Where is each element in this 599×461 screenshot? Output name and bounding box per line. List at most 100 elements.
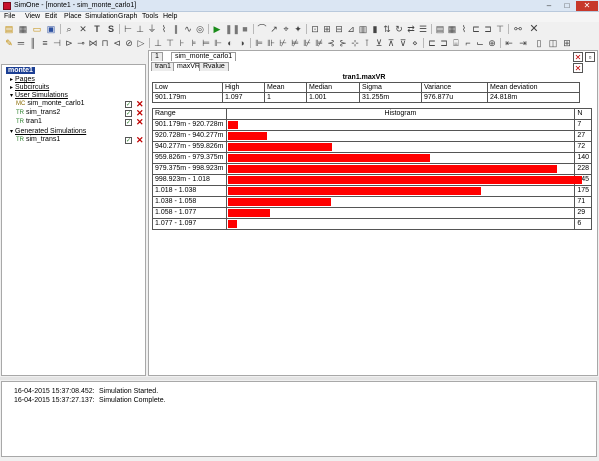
flip-icon[interactable]: ⇅ — [381, 23, 393, 35]
tab-rvalue[interactable]: Rvalue — [199, 62, 229, 71]
delete-icon[interactable]: ✕ — [136, 109, 144, 118]
menu-tools[interactable]: Tools — [142, 13, 158, 20]
waveform-a-icon[interactable]: ⊮ — [301, 37, 313, 49]
pin-icon[interactable]: ⊸ — [75, 37, 87, 49]
step-icon[interactable]: ⌐ — [462, 37, 474, 49]
expand-icon[interactable]: ▸ — [10, 76, 13, 83]
capacitor-icon[interactable]: ∥ — [170, 23, 182, 35]
generator-icon[interactable]: ◐ — [224, 37, 236, 49]
marker-icon[interactable]: ✦ — [292, 23, 304, 35]
menu-place[interactable]: Place — [64, 13, 82, 20]
checkbox-icon[interactable]: ✓ — [125, 137, 132, 144]
arrow-left-icon[interactable]: ⇤ — [503, 37, 515, 49]
new-icon[interactable]: ▤ — [3, 23, 15, 35]
tree-user-simulations[interactable]: ▾ User Simulations — [10, 92, 68, 99]
layout-grid-icon[interactable]: ⊞ — [561, 37, 573, 49]
fft-icon[interactable]: ⌸ — [450, 37, 462, 49]
layout-split-icon[interactable]: ◫ — [547, 37, 559, 49]
waveform-i-icon[interactable]: ⊽ — [397, 37, 409, 49]
align-icon[interactable]: ☰ — [417, 23, 429, 35]
menu-graph[interactable]: Graph — [118, 13, 137, 20]
net-icon[interactable]: ⋈ — [87, 37, 99, 49]
menu-view[interactable]: View — [25, 13, 40, 20]
save-icon[interactable]: ▣ — [45, 23, 57, 35]
rotate-icon[interactable]: ↻ — [393, 23, 405, 35]
junction-icon[interactable]: ⊥ — [134, 23, 146, 35]
checkbox-icon[interactable]: ✓ — [125, 101, 132, 108]
port-icon[interactable]: ⊳ — [63, 37, 75, 49]
label-icon[interactable]: ⊣ — [51, 37, 63, 49]
close-icon[interactable]: ✕ — [528, 23, 540, 35]
cursor-icon[interactable]: ⌖ — [280, 23, 292, 35]
collapse-icon[interactable]: ▾ — [10, 128, 13, 135]
ground-icon[interactable]: ⏚ — [146, 23, 158, 35]
zoom-out-icon[interactable]: ⊟ — [333, 23, 345, 35]
tree-item-sim-monte-carlo1[interactable]: MC sim_monte_carlo1 — [16, 100, 85, 107]
axis-icon-a[interactable]: ⊤ — [494, 23, 506, 35]
arrow-right-icon[interactable]: ⇥ — [517, 37, 529, 49]
tab-sim-monte-carlo1[interactable]: sim_monte_carlo1 — [171, 52, 237, 61]
wire-v-icon[interactable]: ║ — [27, 37, 39, 49]
edit-icon[interactable]: ✎ — [3, 37, 15, 49]
folder-icon[interactable]: ▭ — [31, 23, 43, 35]
source-icon[interactable]: ◎ — [194, 23, 206, 35]
delete-icon[interactable]: ✕ — [136, 136, 144, 145]
zoom-fit-icon[interactable]: ⊡ — [309, 23, 321, 35]
trace-icon[interactable]: ⊧ — [188, 37, 200, 49]
scale-icon[interactable]: ⊨ — [200, 37, 212, 49]
pane-splitter[interactable] — [0, 377, 599, 380]
open-icon[interactable]: ▦ — [17, 23, 29, 35]
import-icon[interactable]: ⊭ — [289, 37, 301, 49]
component-icon[interactable]: ⊓ — [99, 37, 111, 49]
sweep-icon[interactable]: ⌙ — [474, 37, 486, 49]
minimize-button[interactable]: – — [540, 1, 558, 11]
waveform-b-icon[interactable]: ⊯ — [313, 37, 325, 49]
expand-icon[interactable]: ▸ — [10, 84, 13, 91]
tree-item-tran1[interactable]: TR tran1 — [16, 118, 42, 125]
text-icon[interactable]: T — [91, 23, 103, 35]
stop-icon[interactable]: ■ — [239, 23, 251, 35]
tree-item-sim-trans2[interactable]: TR sim_trans2 — [16, 109, 60, 116]
menu-simulation[interactable]: Simulation — [85, 13, 118, 20]
close-window-button[interactable]: ✕ — [576, 1, 598, 11]
run-icon[interactable]: ▶ — [211, 23, 223, 35]
axis-icon[interactable]: ⊦ — [176, 37, 188, 49]
text-bold-icon[interactable]: S — [105, 23, 117, 35]
param-icon[interactable]: ⊕ — [486, 37, 498, 49]
measure-icon[interactable]: ⊿ — [345, 23, 357, 35]
collapse-icon[interactable]: ▾ — [10, 92, 13, 99]
tree-generated-simulations[interactable]: ▾ Generated Simulations — [10, 128, 86, 135]
legend-icon[interactable]: ⊫ — [253, 37, 265, 49]
close-tab-icon[interactable]: ✕ — [573, 63, 583, 73]
grid-icon[interactable]: ▥ — [357, 23, 369, 35]
waveform-d-icon[interactable]: ⊱ — [337, 37, 349, 49]
tab-page-1[interactable]: 1 — [151, 52, 163, 61]
bars-icon[interactable]: ▮ — [369, 23, 381, 35]
waveform-c-icon[interactable]: ⊰ — [325, 37, 337, 49]
chart-icon[interactable]: ⊥ — [152, 37, 164, 49]
transistor-icon[interactable]: ⊘ — [123, 37, 135, 49]
zoom-in-icon[interactable]: ⊞ — [321, 23, 333, 35]
probe-icon[interactable]: ↗ — [268, 23, 280, 35]
menu-edit[interactable]: Edit — [45, 13, 57, 20]
delete-icon[interactable]: ✕ — [136, 118, 144, 127]
wire-h-icon[interactable]: ═ — [15, 37, 27, 49]
waveform-g-icon[interactable]: ⊻ — [373, 37, 385, 49]
tree-root[interactable]: monte1 — [6, 67, 35, 74]
maximize-button[interactable]: □ — [558, 1, 576, 11]
plot-icon[interactable]: ⊤ — [164, 37, 176, 49]
tree-item-sim-trans1[interactable]: TR sim_trans1 — [16, 136, 60, 143]
opamp-icon[interactable]: ▷ — [135, 37, 147, 49]
tree-subcircuits[interactable]: ▸ Subcircuits — [10, 84, 49, 91]
waveform-e-icon[interactable]: ⊹ — [349, 37, 361, 49]
graph-icon[interactable]: ⌒ — [256, 23, 268, 35]
restore-icon[interactable]: ▫ — [585, 52, 595, 62]
close-result-icon[interactable]: ✕ — [573, 52, 583, 62]
scale-icon-a[interactable]: ⊐ — [482, 23, 494, 35]
pointer-icon[interactable]: ✕ — [77, 23, 89, 35]
zoom-icon[interactable]: ⌕ — [63, 23, 75, 35]
delete-icon[interactable]: ✕ — [136, 100, 144, 109]
meter-icon[interactable]: ◑ — [236, 37, 248, 49]
layout-icon[interactable]: ▯ — [533, 37, 545, 49]
waveform-j-icon[interactable]: ⋄ — [409, 37, 421, 49]
